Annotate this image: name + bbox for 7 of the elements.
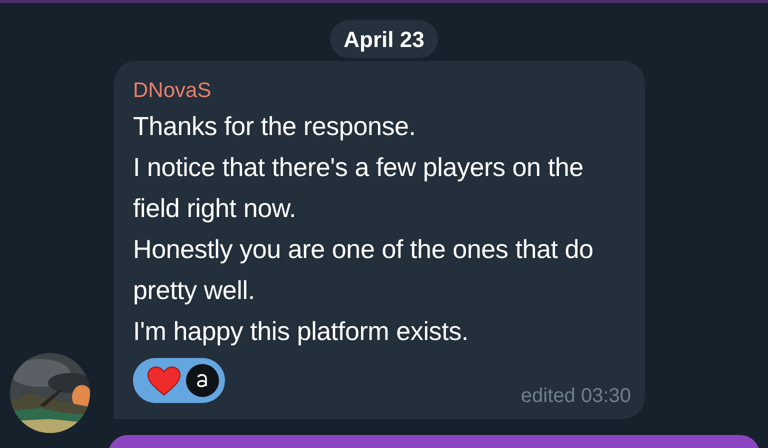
sender-name: DNovaS [133, 78, 212, 104]
message-text: Thanks for the response. I notice that there's a few players on the field right now. Honestly you are one of the ones that do pretty well. I'm happy this platform exists. [133, 110, 594, 348]
message-time: edited 03:30 [520, 384, 631, 409]
reaction-chip[interactable] [133, 358, 225, 403]
heart-icon [147, 366, 181, 396]
user-avatar-icon [186, 364, 219, 397]
date-badge: April 23 [330, 20, 438, 58]
